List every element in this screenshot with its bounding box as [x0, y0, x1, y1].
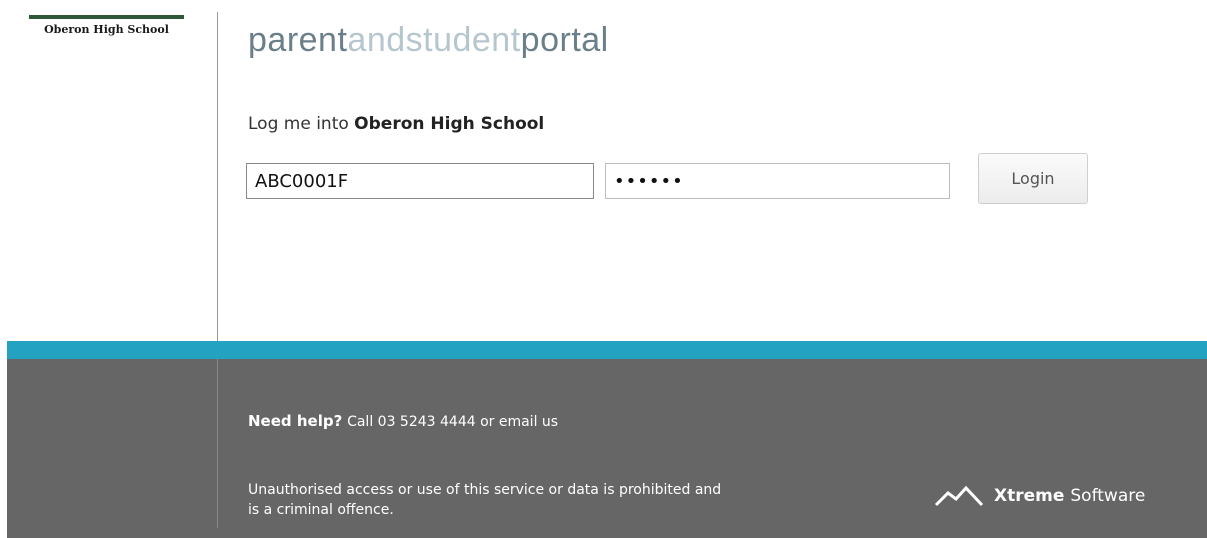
title-part-parent: parent	[248, 21, 348, 59]
school-logo-text: Oberon High School	[44, 23, 169, 36]
logo-bar	[29, 15, 184, 19]
title-part-andstudent: andstudent	[347, 21, 521, 59]
accent-stripe	[7, 341, 1207, 359]
legal-notice: Unauthorised access or use of this servi…	[248, 480, 898, 521]
title-part-portal: portal	[520, 21, 609, 59]
login-button[interactable]: Login	[978, 153, 1088, 204]
brand-regular: Software	[1070, 486, 1146, 506]
mountain-icon	[934, 485, 984, 507]
brand-bold: Xtreme	[994, 486, 1065, 506]
legal-line-2: is a criminal offence.	[248, 502, 394, 519]
help-label: Need help?	[248, 412, 343, 430]
help-line: Need help? Call 03 5243 4444 or email us	[248, 412, 558, 430]
page-title: parentandstudentportal	[248, 21, 609, 59]
footer-divider	[217, 359, 218, 528]
legal-line-1: Unauthorised access or use of this servi…	[248, 482, 722, 498]
xtreme-software-brand: Xtreme Software	[934, 485, 1145, 507]
login-prompt-prefix: Log me into	[248, 114, 349, 134]
username-input[interactable]	[246, 163, 594, 199]
password-input[interactable]	[605, 163, 950, 199]
vertical-divider	[217, 12, 218, 341]
login-prompt: Log me into Oberon High School	[248, 114, 544, 134]
help-text: Call 03 5243 4444 or email us	[347, 414, 559, 430]
school-logo: Oberon High School	[29, 15, 184, 36]
login-school-name: Oberon High School	[354, 114, 545, 134]
